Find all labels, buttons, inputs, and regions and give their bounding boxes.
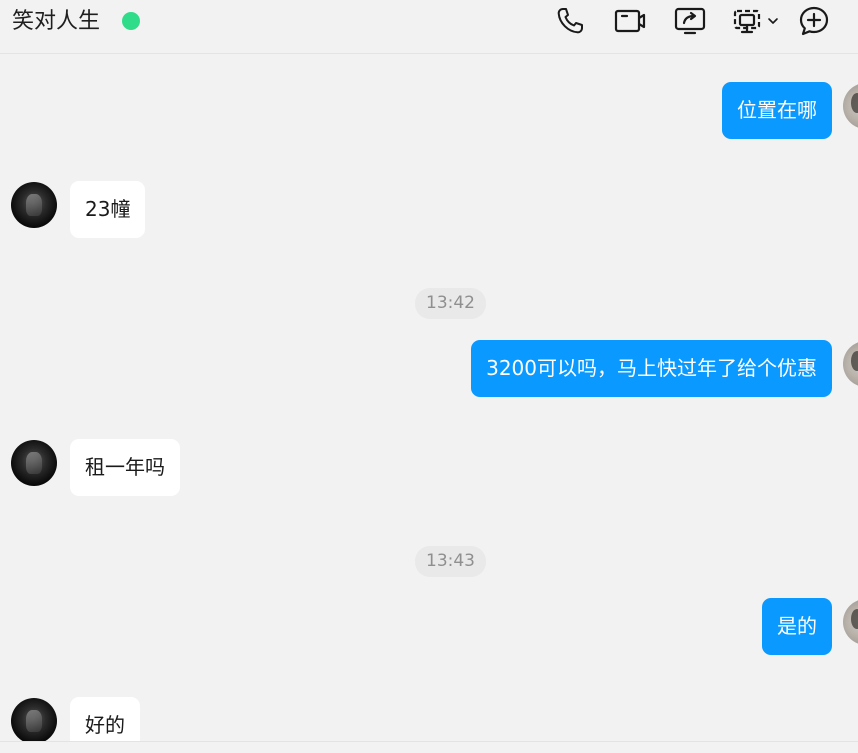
online-status-icon bbox=[122, 12, 140, 30]
outgoing-message-bubble[interactable]: 位置在哪 bbox=[722, 82, 832, 139]
remote-desktop-icon bbox=[733, 9, 761, 34]
video-camera-icon bbox=[614, 9, 646, 33]
my-avatar[interactable] bbox=[843, 599, 858, 645]
chevron-down-icon bbox=[768, 18, 778, 24]
contact-avatar[interactable] bbox=[11, 440, 57, 486]
my-avatar[interactable] bbox=[843, 341, 858, 387]
remote-control-menu[interactable] bbox=[733, 4, 789, 38]
video-call-button[interactable] bbox=[613, 4, 647, 38]
incoming-message-bubble[interactable]: 租一年吗 bbox=[70, 439, 180, 496]
screen-share-button[interactable] bbox=[673, 4, 707, 38]
phone-icon bbox=[557, 8, 583, 34]
chat-window: 笑对人生 位置在哪 23幢 13:42 3200可以吗，马上快过年了给个优惠 租… bbox=[0, 0, 858, 753]
outgoing-message-bubble[interactable]: 3200可以吗，马上快过年了给个优惠 bbox=[471, 340, 832, 397]
screen-share-icon bbox=[674, 7, 706, 35]
message-list[interactable]: 位置在哪 23幢 13:42 3200可以吗，马上快过年了给个优惠 租一年吗 1… bbox=[0, 55, 858, 741]
contact-name[interactable]: 笑对人生 bbox=[12, 6, 100, 38]
incoming-message-bubble[interactable]: 23幢 bbox=[70, 181, 146, 238]
chat-header: 笑对人生 bbox=[0, 0, 858, 54]
input-area-divider bbox=[0, 741, 858, 753]
contact-avatar[interactable] bbox=[11, 698, 57, 741]
add-chat-button[interactable] bbox=[797, 4, 831, 38]
incoming-message-bubble[interactable]: 好的 bbox=[70, 697, 140, 741]
timestamp-divider: 13:42 bbox=[415, 288, 486, 319]
timestamp-divider: 13:43 bbox=[415, 546, 486, 577]
contact-avatar[interactable] bbox=[11, 182, 57, 228]
outgoing-message-bubble[interactable]: 是的 bbox=[762, 598, 832, 655]
phone-call-button[interactable] bbox=[553, 4, 587, 38]
my-avatar[interactable] bbox=[843, 83, 858, 129]
add-chat-icon bbox=[799, 6, 829, 36]
